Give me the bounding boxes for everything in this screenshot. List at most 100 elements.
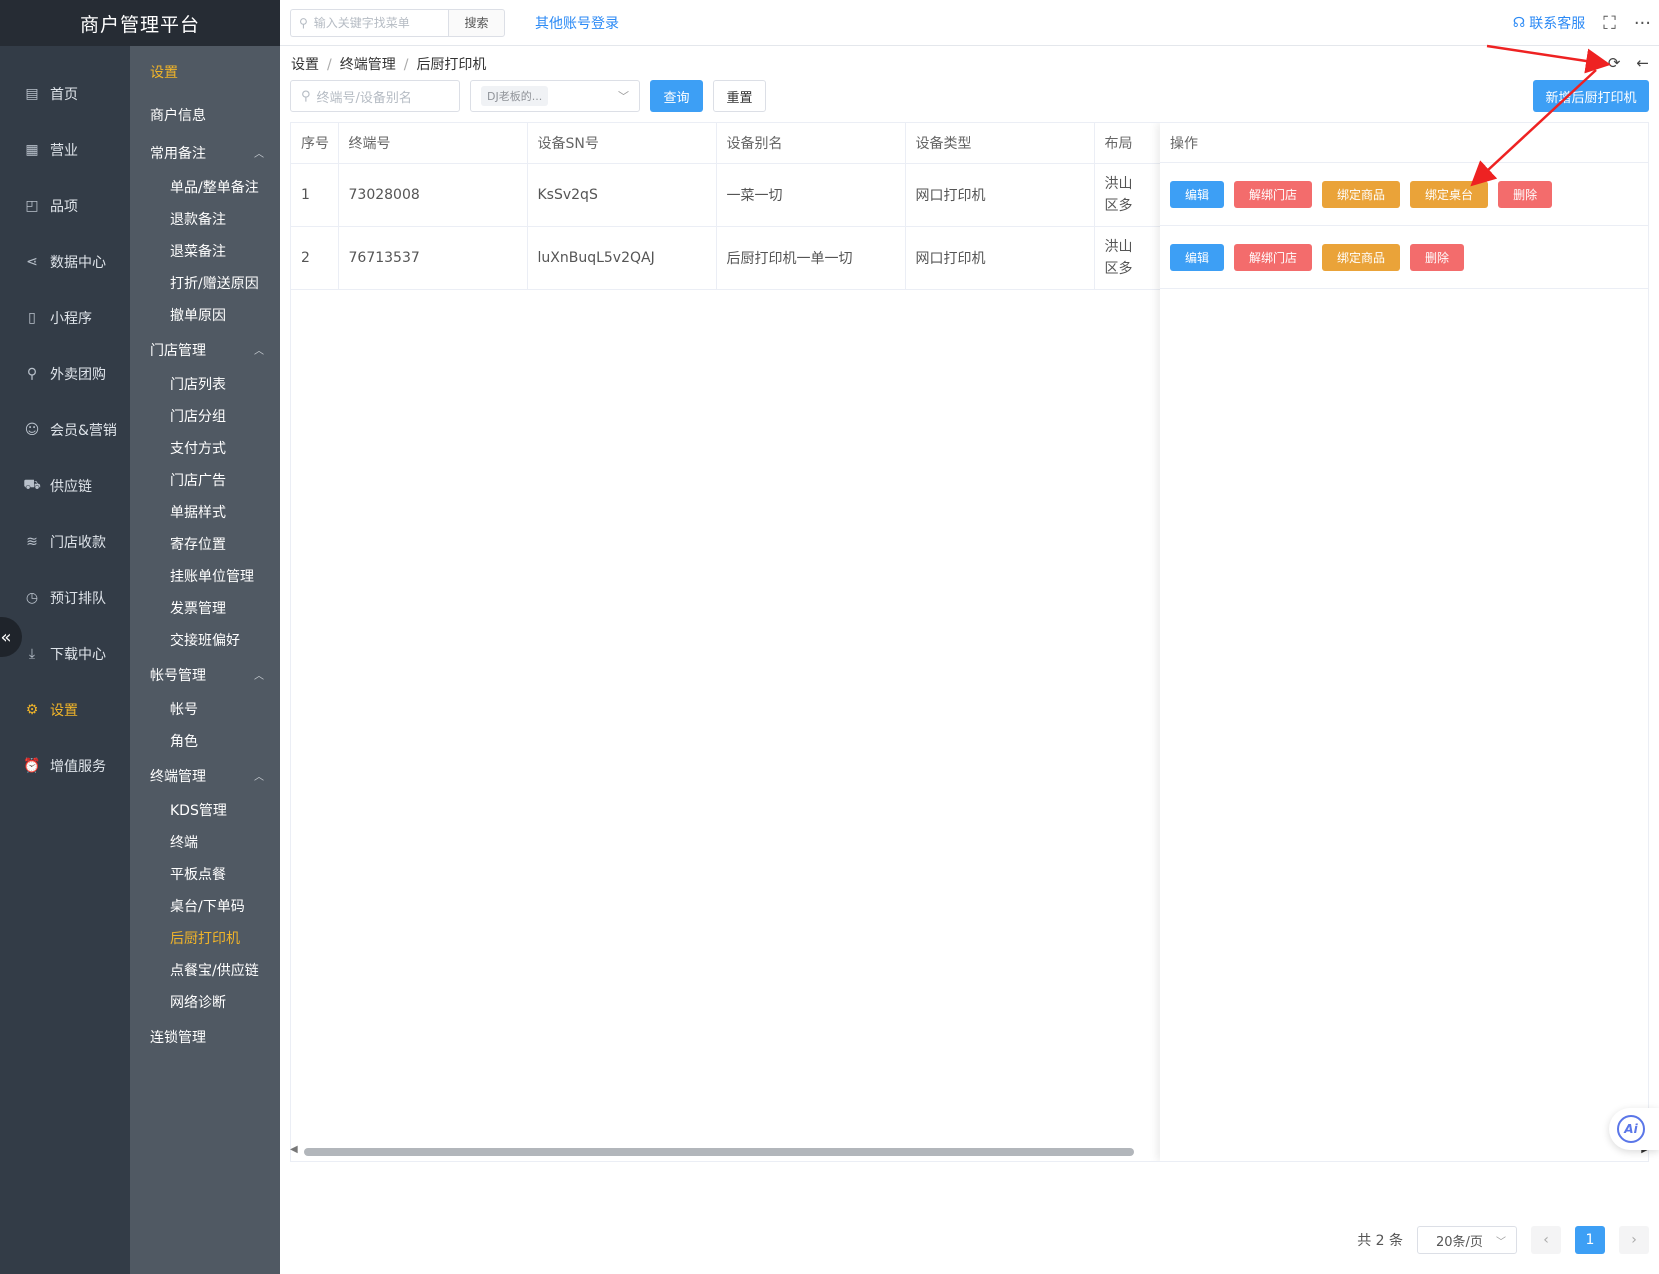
chevron-down-icon: ﹀ xyxy=(1496,1236,1506,1248)
chevron-up-icon: ︿ xyxy=(254,671,264,682)
submenu-item[interactable]: 点餐宝/供应链 xyxy=(130,954,280,986)
submenu-item[interactable]: 门店广告 xyxy=(130,464,280,496)
cell-sn: luXnBuqL5v2QAJ xyxy=(527,226,717,290)
scroll-left-icon[interactable]: ◀ xyxy=(290,1144,298,1155)
submenu-item[interactable]: 挂账单位管理 xyxy=(130,560,280,592)
query-button[interactable]: 查询 xyxy=(650,80,703,112)
filter-bar: ⚲ 终端号/设备别名 DJ老板的... ﹀ 查询 重置 新增后厨打印机 xyxy=(290,80,1649,114)
cell-no: 1 xyxy=(291,163,339,227)
menu-search-button[interactable]: 搜索 xyxy=(448,8,505,37)
cell-no: 2 xyxy=(291,226,339,290)
submenu-item[interactable]: 寄存位置 xyxy=(130,528,280,560)
submenu-chain[interactable]: 连锁管理 xyxy=(130,1018,280,1056)
double-chevron-left-icon: « xyxy=(0,626,12,648)
unbind-store-button[interactable]: 解绑门店 xyxy=(1234,180,1313,208)
more-icon[interactable]: ··· xyxy=(1634,13,1651,34)
bind-product-button[interactable]: 绑定商品 xyxy=(1322,180,1401,208)
next-page-button[interactable]: › xyxy=(1619,1226,1649,1254)
unbind-store-button[interactable]: 解绑门店 xyxy=(1234,243,1313,271)
submenu-group[interactable]: 常用备注 ︿ xyxy=(130,134,280,171)
user-icon: ☺ xyxy=(24,422,40,438)
main-menu-item[interactable]: ⋖ 数据中心 xyxy=(0,234,130,290)
main-content: 设置 / 终端管理 / 后厨打印机 ⟳ ← ⚲ 终端号/设备别名 DJ老板的... ﹀ … xyxy=(280,46,1659,1274)
main-menu-item[interactable]: ⚙ 设置 xyxy=(0,682,130,738)
bind-product-button[interactable]: 绑定商品 xyxy=(1322,243,1401,271)
horizontal-scrollbar[interactable]: ◀ ▶ xyxy=(290,1144,1649,1158)
chevron-right-icon: › xyxy=(1631,1232,1637,1248)
main-menu-item[interactable]: ⛟ 供应链 xyxy=(0,458,130,514)
breadcrumb-settings[interactable]: 设置 xyxy=(291,57,319,73)
submenu-group[interactable]: 帐号管理 ︿ xyxy=(130,656,280,693)
submenu-item[interactable]: 退菜备注 xyxy=(130,235,280,267)
breadcrumb-terminal[interactable]: 终端管理 xyxy=(340,57,396,73)
search-icon: ⚲ xyxy=(301,88,311,104)
submenu-group[interactable]: 终端管理 ︿ xyxy=(130,757,280,794)
submenu-merchant-info[interactable]: 商户信息 xyxy=(130,96,280,134)
ai-assistant-button[interactable]: Ai xyxy=(1609,1108,1659,1150)
add-printer-button[interactable]: 新增后厨打印机 xyxy=(1533,80,1649,112)
main-menu-item[interactable]: ▦ 营业 xyxy=(0,122,130,178)
contact-support-link[interactable]: ☊ 联系客服 xyxy=(1513,13,1585,33)
ops-row: 编辑 解绑门店 绑定商品 删除 xyxy=(1160,226,1648,289)
page-1-button[interactable]: 1 xyxy=(1575,1226,1605,1254)
refresh-icon[interactable]: ⟳ xyxy=(1608,54,1621,72)
submenu-item[interactable]: 桌台/下单码 xyxy=(130,890,280,922)
submenu-item[interactable]: 撤单原因 xyxy=(130,299,280,331)
table-row: 1 73028008 KsSv2qS 一菜一切 网口打印机 洪山 区多 xyxy=(291,163,1195,227)
cell-type: 网口打印机 xyxy=(905,163,1095,227)
submenu-item[interactable]: 发票管理 xyxy=(130,592,280,624)
ops-row: 编辑 解绑门店 绑定商品 绑定桌台 删除 xyxy=(1160,163,1648,226)
delete-button[interactable]: 删除 xyxy=(1498,180,1553,208)
main-menu-item[interactable]: ◰ 品项 xyxy=(0,178,130,234)
main-menu-item[interactable]: ▯ 小程序 xyxy=(0,290,130,346)
main-menu-item[interactable]: ⏰ 增值服务 xyxy=(0,738,130,794)
edit-button[interactable]: 编辑 xyxy=(1170,180,1225,208)
chevron-up-icon: ︿ xyxy=(254,772,264,783)
store-select[interactable]: DJ老板的... ﹀ xyxy=(470,80,640,112)
cell-terminal: 76713537 xyxy=(338,226,528,290)
cell-sn: KsSv2qS xyxy=(527,163,717,227)
main-menu-item[interactable]: ⚲ 外卖团购 xyxy=(0,346,130,402)
submenu-item[interactable]: 打折/赠送原因 xyxy=(130,267,280,299)
prev-page-button[interactable]: ‹ xyxy=(1531,1226,1561,1254)
submenu-item[interactable]: 终端 xyxy=(130,826,280,858)
reset-button[interactable]: 重置 xyxy=(713,80,766,112)
submenu-item[interactable]: 支付方式 xyxy=(130,432,280,464)
back-arrow-icon[interactable]: ← xyxy=(1636,54,1649,72)
main-menu-item[interactable]: ◷ 预订排队 xyxy=(0,570,130,626)
scroll-thumb[interactable] xyxy=(304,1148,1134,1156)
menu-search-input[interactable]: ⚲ 输入关键字找菜单 xyxy=(290,8,448,37)
submenu-item[interactable]: 帐号 xyxy=(130,693,280,725)
brand-title: 商户管理平台 xyxy=(0,0,280,46)
main-menu-item[interactable]: ☺ 会员&营销 xyxy=(0,402,130,458)
submenu-item[interactable]: 单据样式 xyxy=(130,496,280,528)
topbar: ⚲ 输入关键字找菜单 搜索 其他账号登录 ☊ 联系客服 ⛶ ··· xyxy=(280,0,1659,46)
main-menu-item[interactable]: ▤ 首页 xyxy=(0,66,130,122)
bind-table-button[interactable]: 绑定桌台 xyxy=(1410,180,1489,208)
other-account-login-link[interactable]: 其他账号登录 xyxy=(535,13,619,33)
breadcrumb: 设置 / 终端管理 / 后厨打印机 xyxy=(291,57,487,73)
col-sn: 设备SN号 xyxy=(527,123,717,164)
delete-button[interactable]: 删除 xyxy=(1410,243,1465,271)
submenu-item[interactable]: 交接班偏好 xyxy=(130,624,280,656)
edit-button[interactable]: 编辑 xyxy=(1170,243,1225,271)
submenu-item[interactable]: 门店列表 xyxy=(130,368,280,400)
share-icon: ⋖ xyxy=(26,254,38,270)
chevron-up-icon: ︿ xyxy=(254,149,264,160)
submenu-item[interactable]: 单品/整单备注 xyxy=(130,171,280,203)
submenu-item[interactable]: 后厨打印机 xyxy=(130,922,280,954)
page-size-select[interactable]: 20条/页 ﹀ xyxy=(1417,1226,1517,1254)
submenu-item[interactable]: 退款备注 xyxy=(130,203,280,235)
submenu-item[interactable]: 平板点餐 xyxy=(130,858,280,890)
pagination: 共 2 条 20条/页 ﹀ ‹ 1 › xyxy=(1357,1226,1649,1254)
fullscreen-icon[interactable]: ⛶ xyxy=(1603,13,1616,34)
terminal-search-input[interactable]: ⚲ 终端号/设备别名 xyxy=(290,80,460,112)
submenu-group[interactable]: 门店管理 ︿ xyxy=(130,331,280,368)
submenu-item[interactable]: 门店分组 xyxy=(130,400,280,432)
alarm-icon: ⏰ xyxy=(23,758,41,774)
submenu-item[interactable]: 网络诊断 xyxy=(130,986,280,1018)
main-menu-item[interactable]: ≋ 门店收款 xyxy=(0,514,130,570)
submenu-item[interactable]: KDS管理 xyxy=(130,794,280,826)
submenu-item[interactable]: 角色 xyxy=(130,725,280,757)
bike-icon: ⚲ xyxy=(26,366,38,382)
